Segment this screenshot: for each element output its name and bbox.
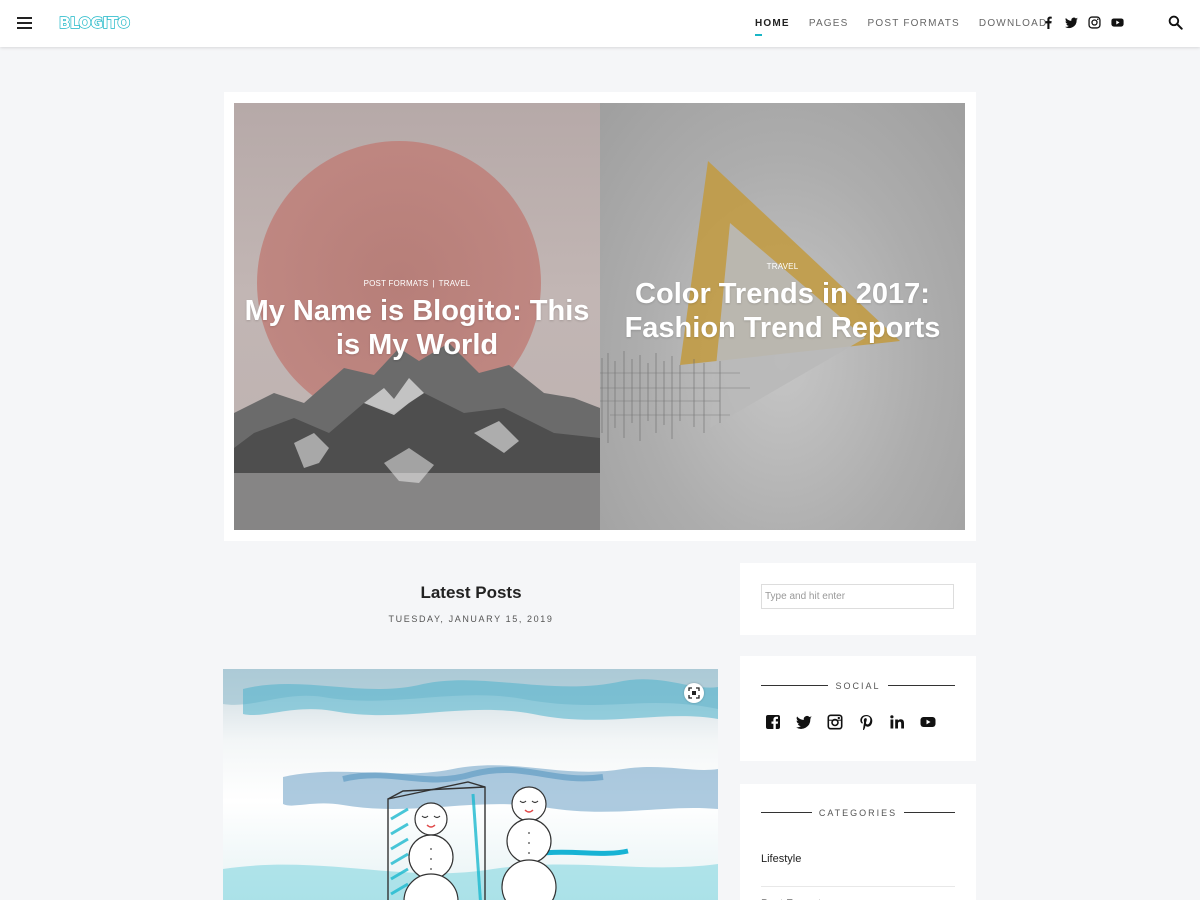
facebook-icon[interactable] [765, 714, 781, 730]
widget-title: SOCIAL [761, 681, 955, 691]
social-links [765, 714, 936, 730]
search-input[interactable] [761, 584, 954, 609]
categories-widget: CATEGORIES Lifestyle Post Formats [740, 784, 976, 900]
post-categories: TRAVEL [600, 262, 965, 271]
site-logo[interactable]: BLOGITO [58, 13, 130, 32]
featured-post-1[interactable]: POST FORMATS | TRAVEL My Name is Blogito: … [234, 103, 600, 530]
category-link[interactable]: TRAVEL [439, 279, 471, 288]
slide-caption: POST FORMATS | TRAVEL My Name is Blogito: … [234, 279, 600, 362]
featured-post-2[interactable]: TRAVEL Color Trends in 2017: Fashion Tre… [600, 103, 965, 530]
category-list: Lifestyle Post Formats [761, 853, 955, 900]
featured-slider: POST FORMATS | TRAVEL My Name is Blogito: … [224, 92, 976, 541]
youtube-icon[interactable] [1111, 16, 1124, 29]
category-item-lifestyle[interactable]: Lifestyle [761, 853, 955, 887]
search-icon[interactable] [1168, 15, 1183, 30]
post-title[interactable]: My Name is Blogito: This is My World [234, 294, 600, 362]
widget-title-text: SOCIAL [835, 681, 881, 691]
post-categories: POST FORMATS | TRAVEL [234, 279, 600, 288]
slide-caption: TRAVEL Color Trends in 2017: Fashion Tre… [600, 262, 965, 345]
instagram-icon[interactable] [1088, 16, 1101, 29]
latest-posts-heading: Latest Posts [420, 583, 522, 602]
category-link[interactable]: TRAVEL [767, 262, 799, 271]
nav-download[interactable]: DOWNLOAD [979, 18, 1048, 29]
youtube-icon[interactable] [920, 714, 936, 730]
twitter-icon[interactable] [1065, 16, 1078, 29]
category-item-post-formats[interactable]: Post Formats [761, 887, 955, 900]
social-widget: SOCIAL [740, 656, 976, 761]
widget-title: CATEGORIES [761, 808, 955, 818]
instagram-icon[interactable] [827, 714, 843, 730]
post-featured-image[interactable] [223, 669, 718, 900]
category-separator: | [432, 279, 435, 288]
post-date: TUESDAY, JANUARY 15, 2019 [388, 614, 554, 624]
site-header: BLOGITO HOME PAGES POST FORMATS DOWNLOAD [0, 0, 1200, 47]
nav-home[interactable]: HOME [755, 18, 790, 36]
nav-post-formats[interactable]: POST FORMATS [868, 18, 960, 29]
facebook-icon[interactable] [1042, 16, 1055, 29]
menu-icon[interactable] [17, 17, 32, 29]
category-link[interactable]: POST FORMATS [364, 279, 429, 288]
snowmen-illustration [223, 669, 718, 900]
widget-title-text: CATEGORIES [818, 808, 898, 818]
header-social [1042, 16, 1124, 29]
pinterest-icon[interactable] [858, 714, 874, 730]
gallery-format-icon[interactable] [684, 683, 704, 703]
linkedin-icon[interactable] [889, 714, 905, 730]
nav-pages[interactable]: PAGES [809, 18, 849, 29]
main-nav: HOME PAGES POST FORMATS DOWNLOAD [755, 18, 1066, 36]
twitter-icon[interactable] [796, 714, 812, 730]
search-widget [740, 563, 976, 635]
post-title[interactable]: Color Trends in 2017: Fashion Trend Repo… [600, 277, 965, 345]
